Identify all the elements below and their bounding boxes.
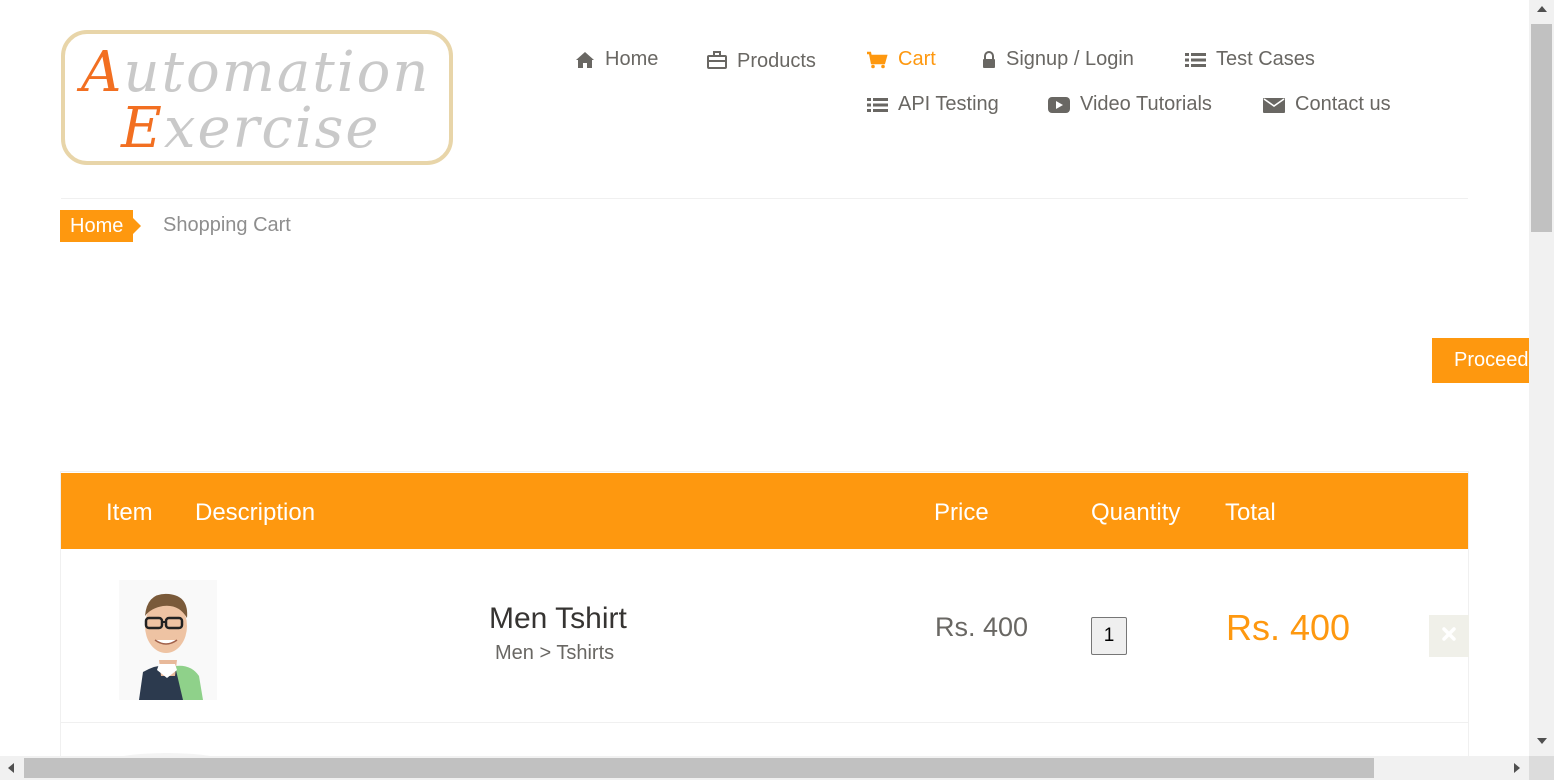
nav-signup-login[interactable]: Signup / Login <box>982 48 1134 71</box>
briefcase-icon <box>707 50 727 69</box>
proceed-to-checkout-button[interactable]: Proceed <box>1432 338 1529 383</box>
nav-cart[interactable]: Cart <box>866 48 936 71</box>
nav-video-tutorials-label: Video Tutorials <box>1080 93 1212 115</box>
nav-home-label: Home <box>605 48 659 70</box>
header-total: Total <box>1225 499 1276 526</box>
scrollbar-corner <box>1529 756 1554 780</box>
horizontal-scroll-thumb[interactable] <box>24 758 1374 778</box>
quantity-button[interactable]: 1 <box>1091 617 1127 655</box>
nav-products-label: Products <box>737 50 816 72</box>
scroll-up-arrow-icon[interactable] <box>1537 6 1547 12</box>
nav-contact-us-label: Contact us <box>1295 93 1391 115</box>
envelope-icon <box>1263 97 1285 113</box>
shopping-cart-icon <box>866 51 888 69</box>
close-icon <box>1442 626 1456 646</box>
breadcrumb-current: Shopping Cart <box>163 214 291 236</box>
home-icon <box>575 51 595 69</box>
product-image <box>119 580 217 700</box>
nav-contact-us[interactable]: Contact us <box>1263 93 1391 116</box>
delete-item-button[interactable] <box>1429 615 1469 657</box>
nav-api-testing[interactable]: API Testing <box>867 93 999 116</box>
nav-test-cases[interactable]: Test Cases <box>1185 48 1315 71</box>
row-divider <box>61 722 1468 723</box>
product-name-link[interactable]: Men Tshirt <box>489 602 627 636</box>
logo[interactable]: Automation Exercise <box>61 30 453 165</box>
product-total: Rs. 400 <box>1226 607 1351 648</box>
vertical-scroll-thumb[interactable] <box>1531 24 1552 232</box>
scroll-right-arrow-icon[interactable] <box>1514 763 1520 773</box>
nav-products[interactable]: Products <box>707 48 816 72</box>
breadcrumb-home[interactable]: Home <box>60 210 142 242</box>
cart-table: Item Description Price Quantity Total Me… <box>60 471 1469 756</box>
nav-cart-label: Cart <box>898 48 936 70</box>
list-icon <box>867 97 888 113</box>
scroll-left-arrow-icon[interactable] <box>8 763 14 773</box>
cart-table-header: Item Description Price Quantity Total <box>61 473 1468 549</box>
nav-api-testing-label: API Testing <box>898 93 999 115</box>
product-price: Rs. 400 <box>935 612 1029 642</box>
logo-line-2: Exercise <box>121 96 381 161</box>
nav-home[interactable]: Home <box>575 48 658 71</box>
nav-test-cases-label: Test Cases <box>1216 48 1315 70</box>
header-description: Description <box>195 499 316 526</box>
vertical-scrollbar[interactable] <box>1529 0 1554 756</box>
header-price: Price <box>934 499 989 526</box>
lock-icon <box>982 50 996 69</box>
page-viewport: Automation Exercise Home Products Cart S… <box>0 0 1529 756</box>
scroll-down-arrow-icon[interactable] <box>1537 738 1547 744</box>
header-divider <box>61 198 1468 199</box>
header-quantity: Quantity <box>1091 499 1181 526</box>
nav-video-tutorials[interactable]: Video Tutorials <box>1048 93 1212 116</box>
horizontal-scrollbar[interactable] <box>0 756 1529 780</box>
list-icon <box>1185 52 1206 68</box>
play-icon <box>1048 96 1070 113</box>
nav-signup-login-label: Signup / Login <box>1006 48 1134 70</box>
product-category: Men > Tshirts <box>495 642 615 664</box>
header-item: Item <box>106 499 153 526</box>
